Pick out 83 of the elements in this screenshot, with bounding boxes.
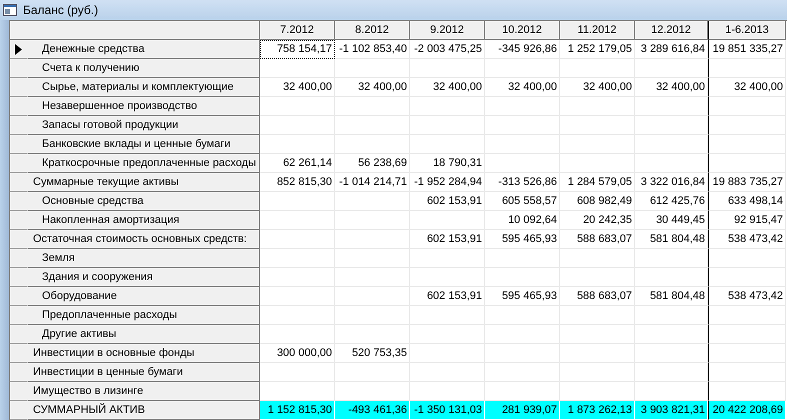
table-cell: 20 422 208,69 <box>708 401 786 420</box>
table-cell: 18 790,31 <box>410 154 485 173</box>
table-cell: -1 952 284,94 <box>410 173 485 192</box>
table-cell: 62 261,14 <box>260 154 335 173</box>
table-cell: 588 683,07 <box>560 230 635 249</box>
table-cell: 56 238,69 <box>335 154 410 173</box>
table-cell: 581 804,48 <box>635 230 708 249</box>
table-cell: 32 400,00 <box>485 78 560 97</box>
current-row-icon <box>15 44 22 54</box>
table-cell: 602 153,91 <box>410 287 485 306</box>
column-header[interactable]: 12.2012 <box>635 21 708 40</box>
table-cell: 20 242,35 <box>560 211 635 230</box>
window-title: Баланс (руб.) <box>23 3 98 17</box>
table-cell: -493 461,36 <box>335 401 410 420</box>
row-header: Земля <box>28 249 260 268</box>
table-cell: 92 915,47 <box>708 211 786 230</box>
table-cell: -1 014 214,71 <box>335 173 410 192</box>
table-cell: 30 449,45 <box>635 211 708 230</box>
table-cell: 608 982,49 <box>560 192 635 211</box>
column-header[interactable]: 11.2012 <box>560 21 635 40</box>
column-header[interactable]: 10.2012 <box>485 21 560 40</box>
table-cell: 852 815,30 <box>260 173 335 192</box>
row-header: Предоплаченные расходы <box>28 306 260 325</box>
table-cell: 588 683,07 <box>560 287 635 306</box>
table-cell: 595 465,93 <box>485 230 560 249</box>
table-cell: 595 465,93 <box>485 287 560 306</box>
table-cell: 1 873 262,13 <box>560 401 635 420</box>
row-header: Имущество в лизинге <box>28 382 260 401</box>
row-indicator[interactable] <box>10 40 28 59</box>
column-header[interactable]: 1-6.2013 <box>708 21 786 40</box>
table-cell: 32 400,00 <box>335 78 410 97</box>
row-header: Незавершенное производство <box>28 97 260 116</box>
row-header: Инвестиции в ценные бумаги <box>28 363 260 382</box>
row-header: Здания и сооружения <box>28 268 260 287</box>
table-cell: -2 003 475,25 <box>410 40 485 59</box>
table-cell: -345 926,86 <box>485 40 560 59</box>
table-cell: 520 753,35 <box>335 344 410 363</box>
table-cell: 32 400,00 <box>410 78 485 97</box>
row-header: Суммарные текущие активы <box>28 173 260 192</box>
table-cell: 581 804,48 <box>635 287 708 306</box>
table-cell: 602 153,91 <box>410 230 485 249</box>
table-cell: 32 400,00 <box>708 78 786 97</box>
row-header: Оборудование <box>28 287 260 306</box>
table-cell: 32 400,00 <box>560 78 635 97</box>
table-cell: 538 473,42 <box>708 287 786 306</box>
table-cell: 32 400,00 <box>260 78 335 97</box>
table-cell: 3 289 616,84 <box>635 40 708 59</box>
row-header: Другие активы <box>28 325 260 344</box>
row-header: Банковские вклады и ценные бумаги <box>28 135 260 154</box>
table-cell: 538 473,42 <box>708 230 786 249</box>
table-cell: 32 400,00 <box>635 78 708 97</box>
table-cell: 3 903 821,31 <box>635 401 708 420</box>
column-header[interactable]: 8.2012 <box>335 21 410 40</box>
column-header[interactable]: 9.2012 <box>410 21 485 40</box>
column-header[interactable]: 7.2012 <box>260 21 335 40</box>
table-cell: 612 425,76 <box>635 192 708 211</box>
table-cell: 300 000,00 <box>260 344 335 363</box>
table-cell: 1 152 815,30 <box>260 401 335 420</box>
table-cell: 633 498,14 <box>708 192 786 211</box>
table-cell: -313 526,86 <box>485 173 560 192</box>
row-header: Счета к получению <box>28 59 260 78</box>
window-icon <box>3 4 17 16</box>
row-header: Денежные средства <box>28 40 260 59</box>
table-cell: -1 350 131,03 <box>410 401 485 420</box>
row-header: Основные средства <box>28 192 260 211</box>
table-cell: 605 558,57 <box>485 192 560 211</box>
table-cell: 1 284 579,05 <box>560 173 635 192</box>
row-header: Накопленная амортизация <box>28 211 260 230</box>
table-cell: 10 092,64 <box>485 211 560 230</box>
table-cell: 281 939,07 <box>485 401 560 420</box>
table-cell: 758 154,17 <box>260 40 335 59</box>
row-header: Инвестиции в основные фонды <box>28 344 260 363</box>
table-cell: 1 252 179,05 <box>560 40 635 59</box>
table-cell: 19 851 335,27 <box>708 40 786 59</box>
row-header: Запасы готовой продукции <box>28 116 260 135</box>
row-header: Сырье, материалы и комплектующие <box>28 78 260 97</box>
table-cell: 3 322 016,84 <box>635 173 708 192</box>
table-cell: 602 153,91 <box>410 192 485 211</box>
row-header: Краткосрочные предоплаченные расходы <box>28 154 260 173</box>
table-cell: -1 102 853,40 <box>335 40 410 59</box>
table-cell: 19 883 735,27 <box>708 173 786 192</box>
row-header: Остаточная стоимость основных средств: <box>28 230 260 249</box>
row-header: СУММАРНЫЙ АКТИВ <box>28 401 260 420</box>
